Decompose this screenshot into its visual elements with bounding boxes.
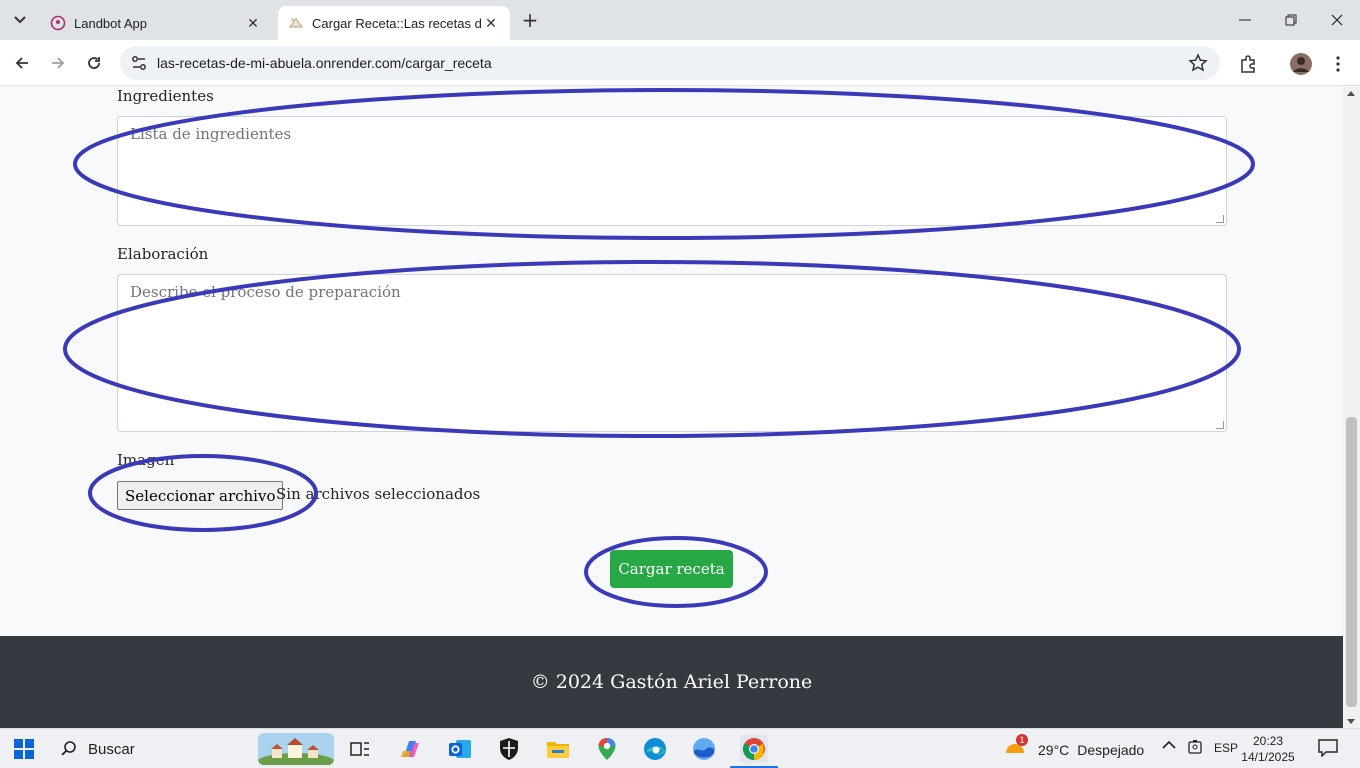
landbot-favicon-icon	[50, 15, 66, 31]
browser-tab-bar: Landbot App ✕ Cargar Receta::Las recetas…	[0, 0, 1360, 40]
photos-icon[interactable]	[690, 735, 718, 763]
close-tab-icon[interactable]: ✕	[482, 14, 500, 32]
url-text[interactable]: las-recetas-de-mi-abuela.onrender.com/ca…	[157, 55, 492, 71]
system-clock[interactable]: 20:23 14/1/2025	[1236, 733, 1300, 765]
submit-recipe-button[interactable]: Cargar receta	[610, 550, 733, 588]
scrollbar-thumb[interactable]	[1346, 417, 1357, 707]
site-info-icon[interactable]	[130, 54, 148, 72]
address-bar[interactable]: las-recetas-de-mi-abuela.onrender.com/ca…	[120, 46, 1220, 80]
new-tab-button[interactable]: +	[518, 8, 542, 32]
file-explorer-icon[interactable]	[544, 735, 572, 763]
file-status-text: Sin archivos seleccionados	[276, 485, 481, 503]
weather-temperature: 29°C	[1038, 742, 1070, 758]
meet-now-icon[interactable]	[1187, 739, 1203, 758]
image-label: Imagen	[117, 451, 175, 469]
weather-description: Despejado	[1077, 742, 1145, 758]
security-icon[interactable]	[495, 735, 523, 763]
search-highlight-image	[258, 733, 334, 765]
windows-start-icon[interactable]	[14, 739, 34, 759]
weather-sun-icon: 1	[1004, 734, 1028, 761]
tab-cargar-receta[interactable]: Cargar Receta::Las recetas de mi abuela …	[278, 6, 510, 40]
resize-grip-icon[interactable]	[1216, 421, 1224, 429]
restore-button[interactable]	[1268, 0, 1314, 40]
forward-arrow-icon[interactable]	[44, 49, 72, 77]
page-scrollbar[interactable]	[1343, 87, 1360, 728]
preparation-placeholder: Describe el proceso de preparación	[130, 283, 401, 301]
taskbar-search[interactable]: Buscar	[48, 733, 336, 765]
scroll-up-icon[interactable]	[1347, 91, 1355, 96]
bookmark-star-icon[interactable]	[1188, 53, 1208, 73]
copilot-icon[interactable]	[397, 735, 425, 763]
preparation-textarea[interactable]: Describe el proceso de preparación	[117, 274, 1227, 432]
ingredients-textarea[interactable]: Lista de ingredientes	[117, 116, 1227, 226]
browser-toolbar: las-recetas-de-mi-abuela.onrender.com/ca…	[0, 40, 1360, 86]
extensions-icon[interactable]	[1236, 52, 1260, 76]
close-tab-icon[interactable]: ✕	[244, 14, 262, 32]
maps-icon[interactable]	[593, 735, 621, 763]
close-window-button[interactable]	[1314, 0, 1360, 40]
tab-title: Cargar Receta::Las recetas de mi abuela	[312, 15, 482, 31]
reload-icon[interactable]	[80, 49, 108, 77]
back-arrow-icon[interactable]	[8, 49, 36, 77]
clock-time: 20:23	[1252, 734, 1284, 748]
edge-icon[interactable]	[641, 735, 669, 763]
outlook-icon[interactable]	[446, 735, 474, 763]
tab-search-icon[interactable]	[8, 8, 32, 32]
recipe-favicon-icon	[288, 15, 304, 31]
preparation-label: Elaboración	[117, 245, 209, 263]
search-icon	[61, 741, 76, 756]
tab-landbot[interactable]: Landbot App ✕	[40, 6, 272, 40]
scroll-down-icon[interactable]	[1347, 719, 1355, 724]
notifications-icon[interactable]	[1318, 739, 1338, 760]
ingredients-label: Ingredientes	[117, 87, 214, 105]
language-indicator[interactable]: ESP	[1214, 741, 1238, 755]
chevron-up-icon[interactable]	[1162, 739, 1176, 753]
menu-kebab-icon[interactable]	[1326, 52, 1350, 76]
resize-grip-icon[interactable]	[1216, 215, 1224, 223]
choose-file-button[interactable]: Seleccionar archivo	[117, 481, 284, 510]
weather-alert-badge: 1	[1016, 734, 1028, 746]
profile-avatar-icon[interactable]	[1289, 52, 1313, 76]
clock-date: 14/1/2025	[1241, 750, 1295, 764]
weather-widget[interactable]: 1 29°C Despejado	[1004, 734, 1145, 761]
minimize-button[interactable]	[1222, 0, 1268, 40]
windows-taskbar: Buscar 1 29°C Despejado ESP 20:23 14/1/2…	[0, 728, 1360, 768]
tab-title: Landbot App	[74, 15, 148, 31]
footer-copyright: © 2024 Gastón Ariel Perrone	[530, 671, 813, 693]
search-placeholder: Buscar	[88, 740, 135, 758]
page-content: Ingredientes Lista de ingredientes Elabo…	[0, 87, 1343, 728]
page-footer: © 2024 Gastón Ariel Perrone	[0, 636, 1343, 728]
task-view-icon[interactable]	[346, 735, 374, 763]
chrome-icon[interactable]	[740, 735, 768, 763]
ingredients-placeholder: Lista de ingredientes	[130, 125, 292, 143]
